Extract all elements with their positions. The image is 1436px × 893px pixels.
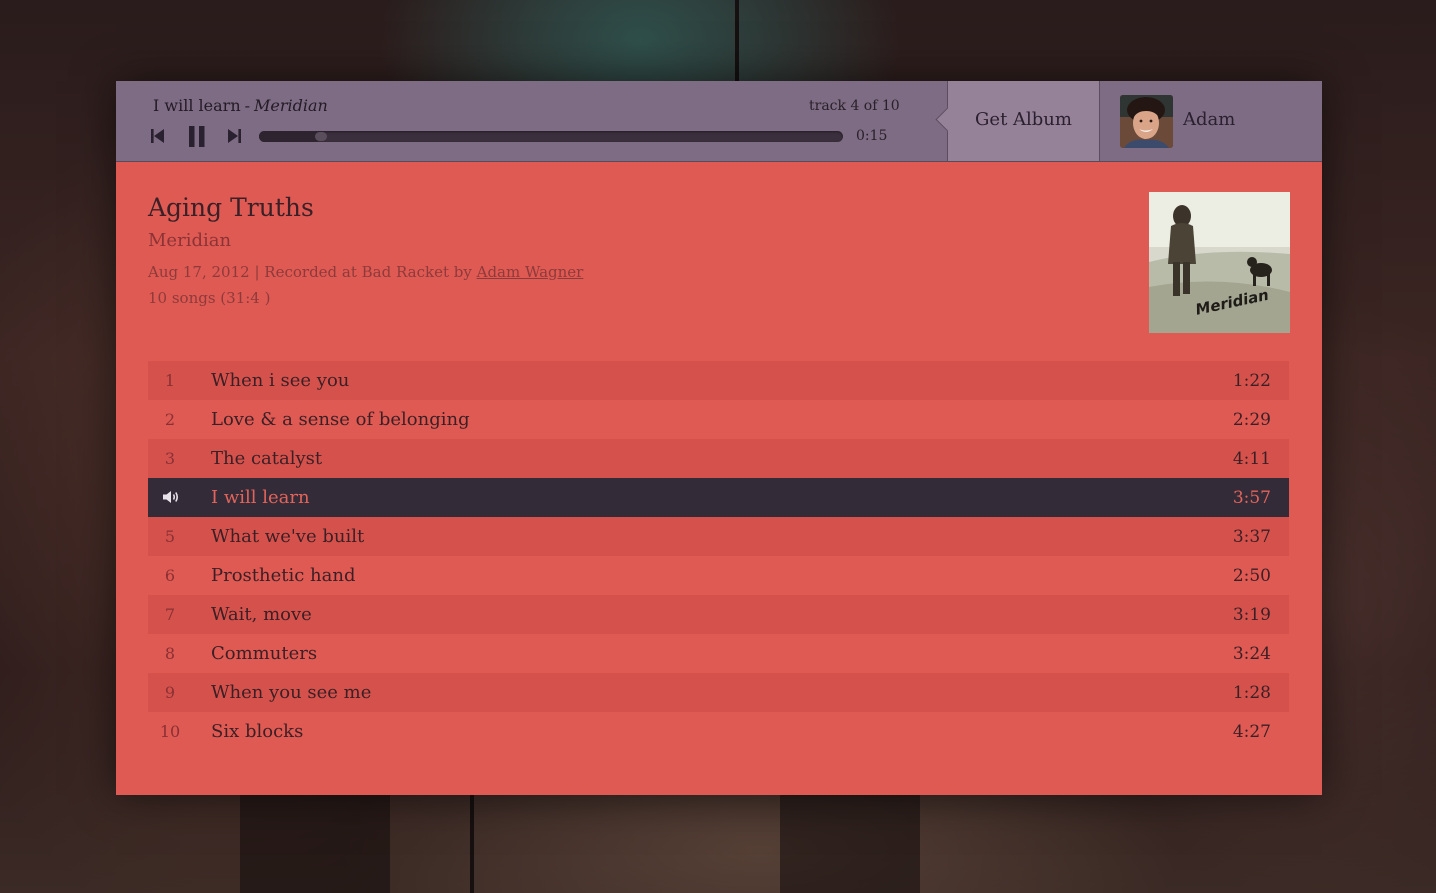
album-title: Aging Truths [148, 193, 314, 222]
user-menu[interactable]: Adam [1100, 81, 1322, 161]
speaker-icon [162, 489, 180, 508]
player-bar: I will learn - Meridian track 4 of 10 0:… [116, 81, 1322, 162]
track-duration: 4:11 [1232, 449, 1271, 469]
track-title: Love & a sense of belonging [211, 409, 470, 430]
track-title: Six blocks [211, 721, 304, 742]
track-row[interactable]: 2 Love & a sense of belonging 2:29 [148, 400, 1289, 439]
avatar[interactable] [1120, 95, 1173, 148]
background-post [780, 795, 920, 893]
get-album-label: Get Album [975, 109, 1072, 130]
track-number: 5 [164, 527, 176, 546]
track-title: Wait, move [211, 604, 312, 625]
track-row[interactable]: 3 The catalyst 4:11 [148, 439, 1289, 478]
track-number: 3 [164, 449, 176, 468]
player-window: I will learn - Meridian track 4 of 10 0:… [116, 81, 1322, 795]
album-panel: Aging Truths Meridian Aug 17, 2012 | Rec… [116, 162, 1322, 795]
track-title: Commuters [211, 643, 318, 664]
track-row[interactable]: 10 Six blocks 4:27 [148, 712, 1289, 751]
album-artist[interactable]: Meridian [148, 230, 231, 251]
pause-icon [189, 126, 205, 147]
recorded-by-link[interactable]: Adam Wagner [477, 263, 584, 281]
track-row[interactable]: 5 What we've built 3:37 [148, 517, 1289, 556]
track-row[interactable]: 9 When you see me 1:28 [148, 673, 1289, 712]
track-counter: track 4 of 10 [809, 98, 900, 114]
background-cable [735, 0, 739, 81]
track-number: 6 [164, 566, 176, 585]
pause-button[interactable] [188, 126, 206, 147]
track-number: 9 [164, 683, 176, 702]
track-duration: 3:37 [1232, 527, 1271, 547]
track-row[interactable]: 6 Prosthetic hand 2:50 [148, 556, 1289, 595]
track-duration: 2:50 [1232, 566, 1271, 586]
meta-separator: | [254, 263, 260, 281]
track-number: 8 [164, 644, 176, 663]
track-row[interactable]: 7 Wait, move 3:19 [148, 595, 1289, 634]
user-name: Adam [1183, 109, 1236, 130]
progress-handle[interactable] [314, 132, 327, 141]
elapsed-time: 0:15 [856, 128, 888, 144]
track-duration: 3:19 [1232, 605, 1271, 625]
track-row-playing[interactable]: 4I will learn3:57 [148, 478, 1289, 517]
track-title: When i see you [211, 370, 350, 391]
track-title: I will learn [211, 487, 310, 508]
track-duration: 1:28 [1232, 683, 1271, 703]
track-duration: 3:57 [1232, 488, 1271, 508]
background-post [240, 795, 390, 893]
user-photo-icon [1120, 95, 1173, 148]
previous-track-button[interactable] [151, 128, 165, 144]
now-playing: I will learn - Meridian [153, 96, 328, 115]
release-date: Aug 17, 2012 [148, 263, 250, 281]
track-duration: 2:29 [1232, 410, 1271, 430]
recorded-text: Recorded at Bad Racket by [264, 263, 472, 281]
now-playing-separator: - [244, 96, 251, 115]
track-duration: 1:22 [1232, 371, 1271, 391]
background-cable [470, 795, 474, 893]
track-title: When you see me [211, 682, 372, 703]
track-duration: 4:27 [1232, 722, 1271, 742]
now-playing-artist: Meridian [254, 96, 328, 115]
track-row[interactable]: 1 When i see you 1:22 [148, 361, 1289, 400]
album-meta: Aug 17, 2012 | Recorded at Bad Racket by… [148, 263, 583, 281]
track-number: 10 [159, 722, 181, 741]
track-list: 1 When i see you 1:22 2 Love & a sense of be… [148, 361, 1289, 751]
track-duration: 3:24 [1232, 644, 1271, 664]
track-title: Prosthetic hand [211, 565, 356, 586]
song-count: 10 songs (31:4 ) [148, 289, 271, 307]
next-track-button[interactable] [227, 128, 241, 144]
album-art-image: Meridian [1149, 192, 1290, 333]
track-number: 1 [164, 371, 176, 390]
track-number: 7 [164, 605, 176, 624]
track-title: What we've built [211, 526, 365, 547]
track-row[interactable]: 8 Commuters 3:24 [148, 634, 1289, 673]
progress-fill [259, 131, 321, 142]
track-title: The catalyst [211, 448, 323, 469]
album-cover[interactable]: Meridian [1149, 192, 1290, 333]
skip-back-icon [151, 129, 164, 143]
track-number: 2 [164, 410, 176, 429]
skip-forward-icon [228, 129, 241, 143]
now-playing-title: I will learn [153, 96, 241, 115]
progress-bar[interactable] [259, 131, 843, 142]
get-album-button[interactable]: Get Album [935, 81, 1100, 161]
